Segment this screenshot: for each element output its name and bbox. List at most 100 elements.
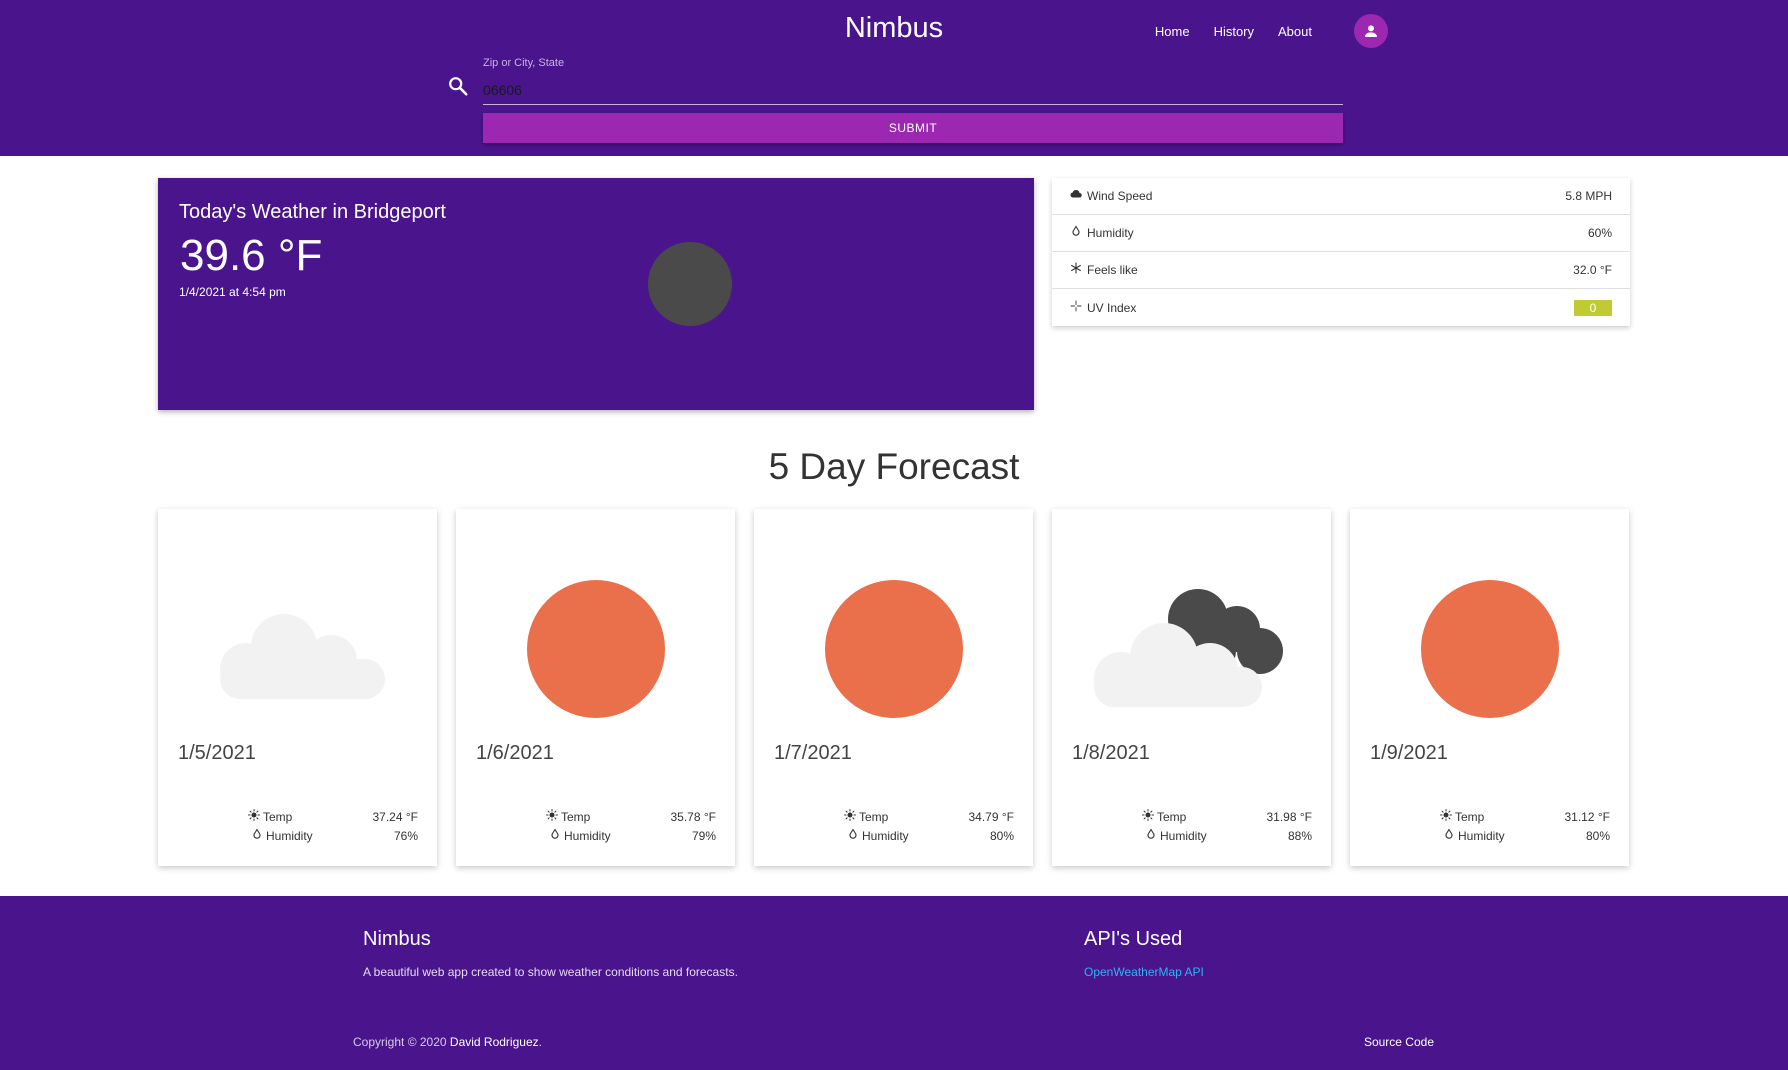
- uv-index-badge: 0: [1574, 299, 1612, 316]
- forecast-humidity-label: Humidity: [862, 829, 909, 843]
- forecast-date: 1/6/2021: [476, 742, 554, 764]
- author-name: David Rodriguez: [449, 1035, 539, 1049]
- sun-icon: [1142, 809, 1154, 821]
- forecast-temp-value: 34.79 °F: [968, 810, 1015, 824]
- sun-icon: [825, 580, 963, 718]
- forecast-temp-label: Temp: [1157, 810, 1187, 824]
- forecast-date: 1/5/2021: [178, 742, 256, 764]
- detail-label: Wind Speed: [1087, 189, 1153, 203]
- today-title: Today's Weather in Bridgeport: [179, 201, 446, 223]
- forecast-humidity-value: 88%: [1287, 829, 1312, 843]
- forecast-humidity-value: 79%: [691, 829, 716, 843]
- app-header: Nimbus Home History About Zip or City, S…: [0, 0, 1788, 156]
- openweathermap-api-link[interactable]: OpenWeatherMap API: [1084, 965, 1204, 979]
- forecast-humidity-row: Humidity 80%: [1440, 828, 1610, 843]
- forecast-temp-row: Temp 31.98 °F: [1142, 809, 1313, 824]
- today-timestamp: 1/4/2021 at 4:54 pm: [179, 285, 286, 299]
- forecast-weather-icon: [158, 579, 437, 719]
- forecast-temp-value: 35.78 °F: [670, 810, 717, 824]
- today-weather-card: Today's Weather in Bridgeport 39.6 °F 1/…: [158, 178, 1034, 410]
- cloud-icon: [1070, 190, 1082, 198]
- submit-button[interactable]: SUBMIT: [483, 113, 1343, 143]
- account-avatar-button[interactable]: [1354, 14, 1388, 48]
- source-code-link[interactable]: Source Code: [1364, 1035, 1434, 1049]
- person-icon: [1365, 25, 1377, 37]
- nav-home-link[interactable]: Home: [1155, 22, 1190, 42]
- forecast-weather-icon: [456, 579, 735, 719]
- forecast-temp-value: 37.24 °F: [372, 810, 419, 824]
- current-weather-icon: [648, 242, 732, 326]
- sun-icon: [1440, 809, 1452, 821]
- drop-icon: [1072, 225, 1080, 236]
- drop-icon: [1147, 828, 1155, 839]
- forecast-temp-label: Temp: [859, 810, 889, 824]
- forecast-temp-label: Temp: [561, 810, 591, 824]
- forecast-card: 1/7/2021 Temp 34.79 °F Humidity 80%: [754, 509, 1033, 866]
- forecast-humidity-label: Humidity: [564, 829, 611, 843]
- main-nav: Home History About: [1155, 14, 1388, 48]
- detail-row-feels-like: Feels like 32.0 °F: [1052, 252, 1630, 289]
- app-title: Nimbus: [844, 12, 944, 44]
- forecast-humidity-label: Humidity: [1458, 829, 1505, 843]
- forecast-weather-icon: [754, 579, 1033, 719]
- nav-about-link[interactable]: About: [1278, 22, 1312, 42]
- drop-icon: [551, 828, 559, 839]
- forecast-temp-value: 31.98 °F: [1266, 810, 1313, 824]
- forecast-date: 1/9/2021: [1370, 742, 1448, 764]
- copyright-text: Copyright © 2020: [353, 1035, 447, 1049]
- search-icon: [449, 77, 468, 96]
- forecast-card: 1/8/2021 Temp 31.98 °F Humidity 88%: [1052, 509, 1331, 866]
- broken-clouds-icon: [1094, 589, 1283, 707]
- detail-row-wind-speed: Wind Speed 5.8 MPH: [1052, 178, 1630, 215]
- forecast-weather-icon: [1350, 579, 1629, 719]
- forecast-card: 1/9/2021 Temp 31.12 °F Humidity 80%: [1350, 509, 1629, 866]
- forecast-humidity-label: Humidity: [266, 829, 313, 843]
- detail-value: 32.0 °F: [1573, 263, 1612, 277]
- forecast-temp-label: Temp: [1455, 810, 1485, 824]
- footer-description: A beautiful web app created to show weat…: [363, 965, 738, 979]
- forecast-title: 5 Day Forecast: [768, 446, 1020, 487]
- forecast-humidity-row: Humidity 80%: [844, 828, 1014, 843]
- forecast-date: 1/8/2021: [1072, 742, 1150, 764]
- detail-label: Humidity: [1087, 226, 1134, 240]
- sun-icon: [1421, 580, 1559, 718]
- forecast-card: 1/5/2021 Temp 37.24 °F Humidity 76%: [158, 509, 437, 866]
- forecast-humidity-value: 80%: [1585, 829, 1610, 843]
- forecast-temp-row: Temp 34.79 °F: [844, 809, 1015, 824]
- forecast-date: 1/7/2021: [774, 742, 852, 764]
- drop-icon: [1445, 828, 1453, 839]
- snowflake-icon: [1071, 262, 1081, 274]
- forecast-humidity-label: Humidity: [1160, 829, 1207, 843]
- search-field-label: Zip or City, State: [483, 57, 565, 69]
- footer-copyright: Copyright © 2020 David Rodriguez.: [353, 1035, 542, 1049]
- forecast-temp-value: 31.12 °F: [1564, 810, 1611, 824]
- detail-row-humidity: Humidity 60%: [1052, 215, 1630, 252]
- page-footer: Nimbus A beautiful web app created to sh…: [0, 896, 1788, 1070]
- forecast-humidity-value: 80%: [989, 829, 1014, 843]
- forecast-humidity-row: Humidity 79%: [546, 828, 716, 843]
- forecast-weather-icon: [1052, 579, 1331, 719]
- sparkle-icon: [1070, 300, 1082, 311]
- drop-icon: [849, 828, 857, 839]
- cloud-icon: [220, 614, 385, 699]
- detail-value: 60%: [1587, 226, 1612, 240]
- drop-icon: [253, 828, 261, 839]
- search-input[interactable]: [483, 75, 1343, 105]
- forecast-temp-row: Temp 35.78 °F: [546, 809, 717, 824]
- today-temperature: 39.6 °F: [180, 231, 323, 280]
- footer-api-title: API's Used: [1084, 928, 1183, 950]
- nav-history-link[interactable]: History: [1214, 22, 1254, 42]
- detail-label: UV Index: [1087, 300, 1137, 315]
- detail-value: 5.8 MPH: [1565, 189, 1612, 203]
- weather-details-list: Wind Speed 5.8 MPH Humidity 60% Feels li…: [1052, 178, 1630, 326]
- forecast-card: 1/6/2021 Temp 35.78 °F Humidity 79%: [456, 509, 735, 866]
- sun-icon: [844, 809, 856, 821]
- forecast-humidity-row: Humidity 76%: [248, 828, 418, 843]
- forecast-humidity-value: 76%: [393, 829, 418, 843]
- sun-icon: [248, 809, 260, 821]
- footer-title: Nimbus: [363, 928, 431, 950]
- forecast-humidity-row: Humidity 88%: [1142, 828, 1312, 843]
- forecast-temp-row: Temp 37.24 °F: [248, 809, 419, 824]
- detail-row-uv-index: UV Index 0: [1052, 289, 1630, 326]
- sun-icon: [527, 580, 665, 718]
